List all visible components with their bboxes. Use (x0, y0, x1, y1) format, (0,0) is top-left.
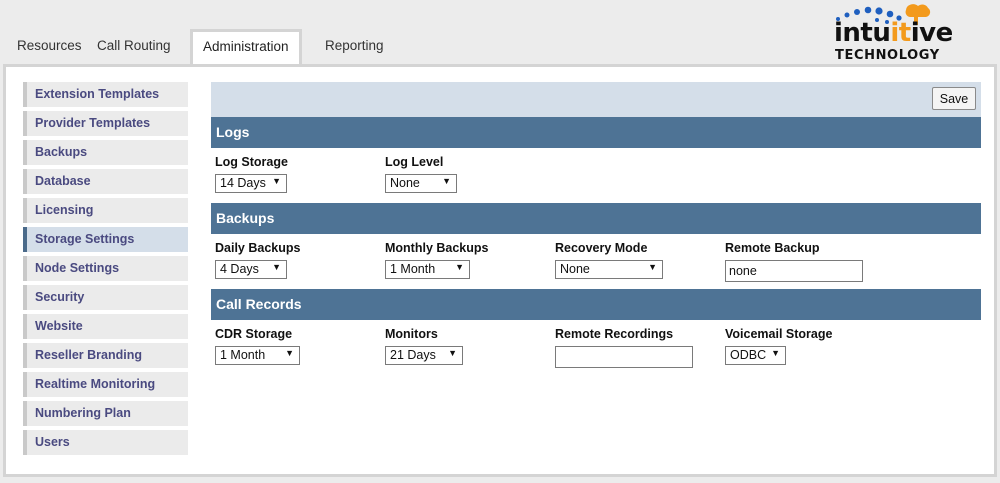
monthly-backups-value: 1 Month (390, 262, 436, 276)
field-voicemail-storage: Voicemail Storage ODBC ▼ (725, 327, 832, 365)
storage-settings-content: Save Logs Log Storage 14 Days ▼ Log Level… (211, 82, 981, 375)
sidebar-item-node-settings[interactable]: Node Settings (23, 256, 188, 281)
monthly-backups-label: Monthly Backups (385, 241, 489, 255)
dropdown-arrow-icon: ▼ (455, 262, 464, 272)
sidebar-item-reseller-branding[interactable]: Reseller Branding (23, 343, 188, 368)
log-storage-label: Log Storage (215, 155, 288, 169)
section-header-backups: Backups (211, 203, 981, 234)
sidebar-item-security[interactable]: Security (23, 285, 188, 310)
sidebar-item-website[interactable]: Website (23, 314, 188, 339)
monitors-select[interactable]: 21 Days ▼ (385, 346, 463, 365)
daily-backups-select[interactable]: 4 Days ▼ (215, 260, 287, 279)
remote-backup-input[interactable]: none (725, 260, 863, 282)
save-button[interactable]: Save (932, 87, 976, 110)
log-level-label: Log Level (385, 155, 444, 169)
log-level-value: None (390, 176, 420, 190)
sidebar: Extension Templates Provider Templates B… (23, 82, 188, 459)
section-header-logs: Logs (211, 117, 981, 148)
toolbar: Save (211, 82, 981, 117)
monitors-label: Monitors (385, 327, 438, 341)
monthly-backups-select[interactable]: 1 Month ▼ (385, 260, 470, 279)
field-cdr-storage: CDR Storage 1 Month ▼ (215, 327, 300, 365)
field-remote-backup: Remote Backup none (725, 241, 863, 282)
cdr-storage-label: CDR Storage (215, 327, 293, 341)
log-storage-select[interactable]: 14 Days ▼ (215, 174, 287, 193)
field-monthly-backups: Monthly Backups 1 Month ▼ (385, 241, 489, 279)
dropdown-arrow-icon: ▼ (285, 348, 294, 358)
sidebar-item-licensing[interactable]: Licensing (23, 198, 188, 223)
recovery-mode-label: Recovery Mode (555, 241, 648, 255)
section-backups: Daily Backups 4 Days ▼ Monthly Backups 1 … (211, 234, 981, 289)
logo-subtitle: TECHNOLOGY (835, 48, 940, 63)
daily-backups-label: Daily Backups (215, 241, 301, 255)
voicemail-storage-label: Voicemail Storage (725, 327, 833, 341)
field-log-level: Log Level None ▼ (385, 155, 457, 193)
section-header-call-records: Call Records (211, 289, 981, 320)
tab-resources[interactable]: Resources (17, 38, 82, 53)
field-recovery-mode: Recovery Mode None ▼ (555, 241, 663, 279)
field-remote-recordings: Remote Recordings (555, 327, 693, 368)
logo-wordmark: intuitive (834, 18, 953, 48)
cdr-storage-select[interactable]: 1 Month ▼ (215, 346, 300, 365)
sidebar-item-provider-templates[interactable]: Provider Templates (23, 111, 188, 136)
sidebar-item-extension-templates[interactable]: Extension Templates (23, 82, 188, 107)
section-logs: Log Storage 14 Days ▼ Log Level None ▼ (211, 148, 981, 203)
voicemail-storage-select[interactable]: ODBC ▼ (725, 346, 786, 365)
main-panel: Extension Templates Provider Templates B… (3, 64, 997, 477)
log-level-select[interactable]: None ▼ (385, 174, 457, 193)
recovery-mode-value: None (560, 262, 590, 276)
dropdown-arrow-icon: ▼ (272, 262, 281, 272)
remote-recordings-label: Remote Recordings (555, 327, 674, 341)
remote-recordings-input[interactable] (555, 346, 693, 368)
field-log-storage: Log Storage 14 Days ▼ (215, 155, 288, 193)
voicemail-storage-value: ODBC (730, 348, 767, 362)
field-monitors: Monitors 21 Days ▼ (385, 327, 463, 365)
tab-reporting[interactable]: Reporting (325, 38, 384, 53)
company-logo: intuitive TECHNOLOGY (826, 2, 992, 64)
tab-administration[interactable]: Administration (190, 29, 302, 67)
sidebar-item-users[interactable]: Users (23, 430, 188, 455)
dropdown-arrow-icon: ▼ (448, 348, 457, 358)
dropdown-arrow-icon: ▼ (442, 176, 451, 186)
section-call-records: CDR Storage 1 Month ▼ Monitors 21 Days ▼ R… (211, 320, 981, 375)
monitors-value: 21 Days (390, 348, 436, 362)
sidebar-item-realtime-monitoring[interactable]: Realtime Monitoring (23, 372, 188, 397)
daily-backups-value: 4 Days (220, 262, 259, 276)
tab-call-routing[interactable]: Call Routing (97, 38, 171, 53)
dropdown-arrow-icon: ▼ (771, 348, 780, 358)
dropdown-arrow-icon: ▼ (648, 262, 657, 272)
field-daily-backups: Daily Backups 4 Days ▼ (215, 241, 300, 279)
remote-backup-label: Remote Backup (725, 241, 820, 255)
sidebar-item-database[interactable]: Database (23, 169, 188, 194)
sidebar-item-storage-settings[interactable]: Storage Settings (23, 227, 188, 252)
sidebar-item-numbering-plan[interactable]: Numbering Plan (23, 401, 188, 426)
log-storage-value: 14 Days (220, 176, 266, 190)
recovery-mode-select[interactable]: None ▼ (555, 260, 663, 279)
top-navigation: Resources Call Routing Administration Re… (0, 0, 1000, 67)
cdr-storage-value: 1 Month (220, 348, 266, 362)
sidebar-item-backups[interactable]: Backups (23, 140, 188, 165)
dropdown-arrow-icon: ▼ (272, 176, 281, 186)
